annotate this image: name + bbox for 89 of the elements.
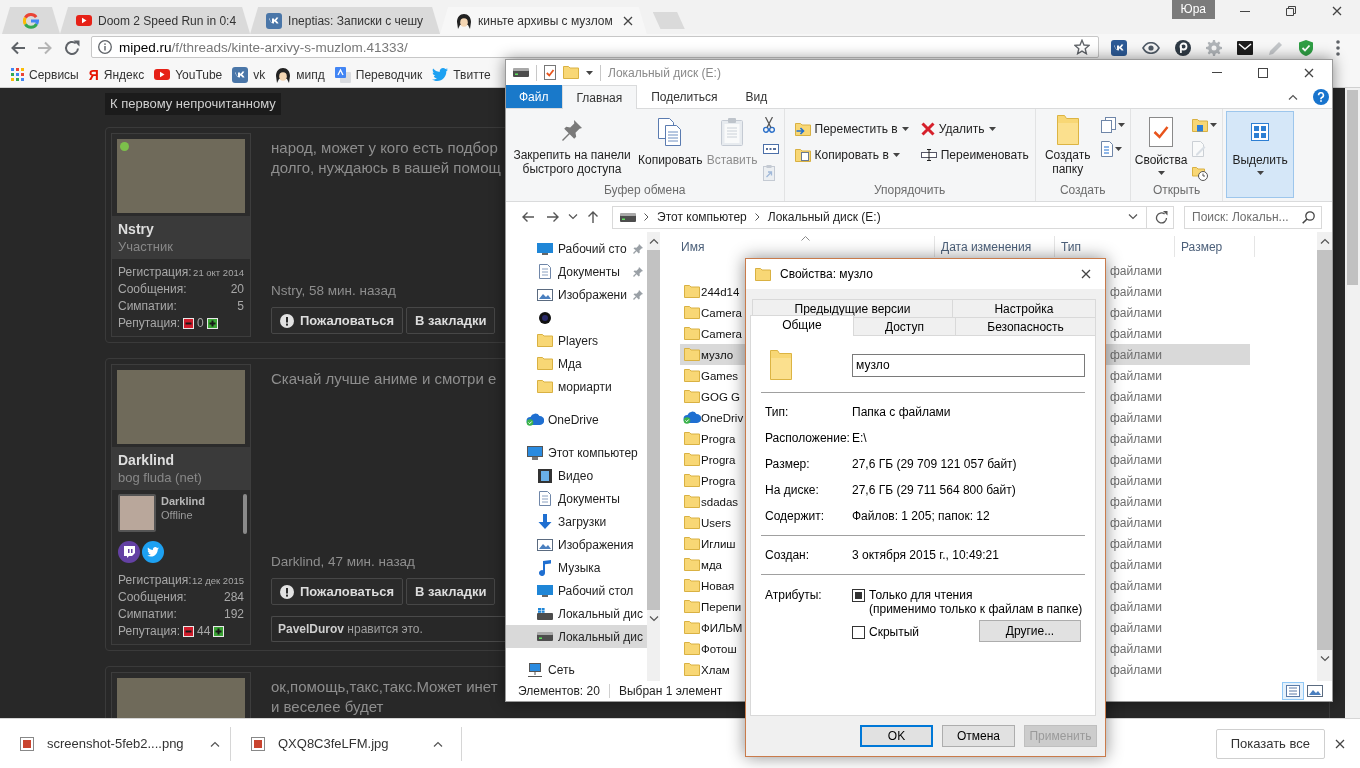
file-type: файлами [1110, 347, 1163, 362]
item-count: Элементов: 20 [518, 684, 600, 698]
post-meta: Darklind, 47 мин. назад [271, 554, 415, 569]
file-type: файлами [1110, 389, 1163, 404]
url-text: miped.ru/f/threads/kinte-arxivy-s-muzlom.41333/ [119, 39, 408, 55]
file-type: файлами [1110, 431, 1163, 446]
checkbox-note: (применимо только к файлам в папке) [869, 602, 1083, 616]
file-name: Progra [701, 474, 736, 487]
file-name: музло [701, 348, 734, 361]
file-type: файлами [1110, 620, 1163, 635]
stat-value: 12 дек 2015 [192, 574, 244, 588]
file-type: файлами [1110, 368, 1163, 383]
property-value: 27,6 ГБ (29 709 121 057 байт) [852, 457, 1018, 471]
checkbox-label: Скрытый [869, 625, 920, 639]
stat-value: 5 [237, 298, 244, 315]
file-name: sdadas [701, 495, 739, 508]
file-type: файлами [1110, 557, 1163, 572]
property-value: Файлов: 1 205; папок: 12 [852, 509, 991, 523]
file-name: Games [701, 369, 739, 382]
stat-label: Сообщения: [118, 281, 187, 298]
property-label: Тип: [764, 405, 790, 419]
stat-label: Репутация: [118, 623, 181, 640]
stat-label: Сообщения: [118, 589, 187, 606]
group-label: Создать [1058, 183, 1107, 199]
user-title: Участник [118, 238, 174, 255]
file-name: Progra [701, 453, 736, 466]
selection-count: Выбран 1 элемент [618, 684, 723, 698]
file-name: Camera [701, 327, 742, 340]
stat-label: Регистрация: [118, 572, 192, 589]
post-text: народ, может у кого есть подбор долго, нуждаюсь в вашей помощ [271, 138, 501, 178]
file-type: файлами [1110, 662, 1163, 677]
stat-label: Симпатии: [118, 298, 177, 315]
file-name: ФИЛЬМ [701, 621, 743, 634]
property-label: На диске: [764, 483, 820, 497]
stat-value: 192 [223, 606, 244, 623]
property-label: Атрибуты: [764, 588, 823, 602]
file-name: Новая [701, 579, 735, 592]
group-label: Упорядочить [872, 183, 947, 199]
file-name: 244d14 [701, 285, 740, 298]
file-name: Хлам [701, 663, 730, 676]
property-value: 27,6 ГБ (29 711 564 800 байт) [852, 483, 1017, 497]
post-text: Скачай лучше аниме и смотри е [271, 369, 497, 389]
post-text: ок,помощь,такс,такс.Может инет и веселее будет [271, 677, 498, 717]
file-type: файлами [1110, 641, 1163, 656]
file-type: файлами [1110, 578, 1163, 593]
file-type: файлами [1110, 326, 1163, 341]
likes-bar: PavelDurov нравится это. [271, 616, 506, 642]
file-type: файлами [1110, 515, 1163, 530]
file-type: файлами [1110, 494, 1163, 509]
file-type: файлами [1110, 284, 1163, 299]
file-name: Перепи [701, 600, 742, 613]
property-label: Создан: [764, 548, 811, 562]
file-name: Фотош [701, 642, 737, 655]
property-label: Размер: [764, 457, 811, 471]
file-name: Camera [701, 306, 742, 319]
post-meta: Nstry, 58 мин. назад [271, 283, 396, 298]
reputation-value: 0 [197, 315, 204, 332]
letter-icon: Я [88, 67, 99, 82]
reputation-value: 44 [197, 623, 211, 640]
stat-label: Регистрация: [118, 264, 192, 281]
file-name: OneDriv [701, 411, 744, 424]
window-title: Локальный диск (E:) [608, 65, 721, 80]
group-label: Открыть [1152, 183, 1202, 199]
dialog-title: Свойства: музло [780, 267, 873, 281]
file-name: Иглиш [701, 537, 736, 550]
property-label: Расположение: [764, 431, 851, 445]
online-status: Offline [161, 508, 194, 522]
file-name: мда [701, 558, 722, 571]
file-name: Users [701, 516, 732, 529]
property-value: 3 октября 2015 г., 10:49:21 [852, 548, 1000, 562]
file-type: файлами [1110, 305, 1163, 320]
property-value: Папка с файлами [852, 405, 952, 419]
file-type: файлами [1110, 599, 1163, 614]
file-type: файлами [1110, 452, 1163, 467]
property-label: Содержит: [764, 509, 825, 523]
file-type: файлами [1110, 473, 1163, 488]
property-value: E:\ [852, 431, 868, 445]
stat-label: Симпатии: [118, 606, 177, 623]
file-type: файлами [1110, 410, 1163, 425]
group-label: Буфер обмена [602, 183, 687, 199]
stat-value: 284 [223, 589, 244, 606]
file-name: GOG G [701, 390, 740, 403]
file-type: файлами [1110, 536, 1163, 551]
checkbox-label: Только для чтения [869, 588, 974, 602]
stat-value: 20 [230, 281, 244, 298]
user-title: bog fluda (net) [118, 469, 203, 486]
stat-value: 21 окт 2014 [193, 266, 244, 280]
stat-label: Репутация: [118, 315, 181, 332]
file-name: Progra [701, 432, 736, 445]
